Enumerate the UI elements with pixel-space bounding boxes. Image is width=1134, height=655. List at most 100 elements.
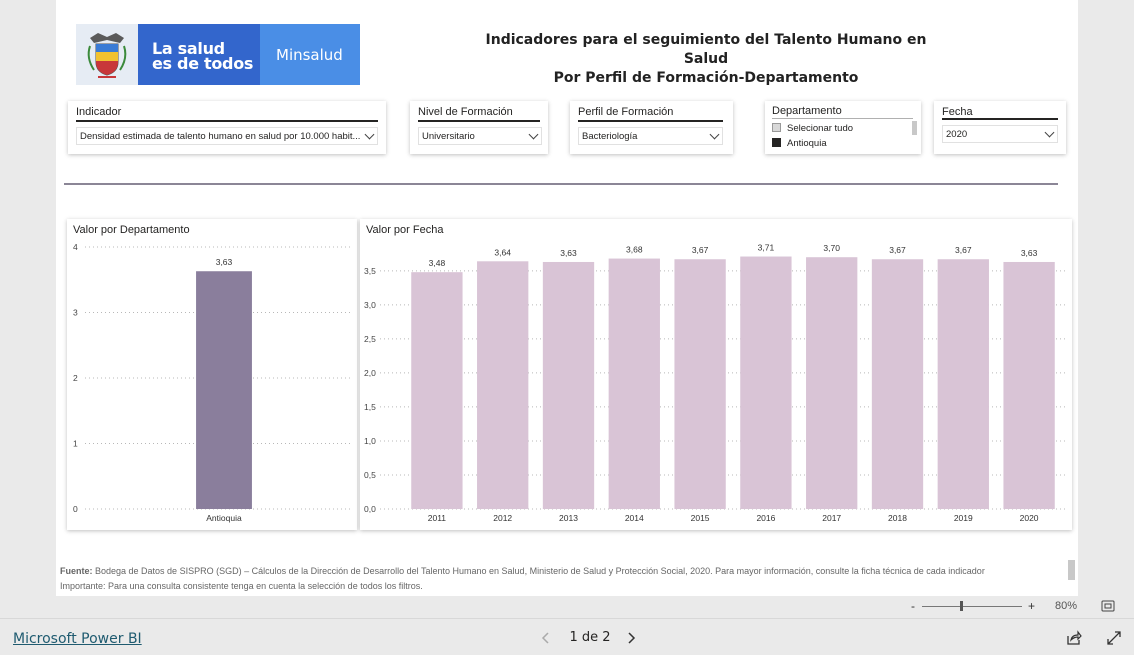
slicer-indicador-value: Densidad estimada de talento humano en s…	[80, 131, 361, 142]
y-tick-label: 0,5	[364, 470, 376, 480]
bar	[542, 261, 595, 509]
slicer-perfil: Perfil de Formación Bacteriología	[570, 101, 733, 154]
slicer-departamento-label: Departamento	[772, 105, 842, 117]
data-label: 3,67	[955, 245, 972, 255]
x-tick-label: 2013	[559, 513, 578, 523]
slicer-nivel-label: Nivel de Formación	[418, 106, 513, 118]
data-label: 3,67	[692, 245, 709, 255]
slicer-departamento: Departamento Selecionar tudo Antioquia	[765, 101, 921, 154]
y-tick-label: 1,0	[364, 436, 376, 446]
y-tick-label: 3,0	[364, 300, 376, 310]
zoom-slider-thumb[interactable]	[959, 601, 963, 611]
data-label: 3,63	[1021, 248, 1038, 258]
power-bi-link[interactable]: Microsoft Power BI	[13, 631, 142, 647]
fullscreen-icon[interactable]	[1106, 630, 1122, 651]
chevron-down-icon	[364, 129, 375, 140]
checkbox-icon	[772, 123, 781, 132]
y-tick-label: 3,5	[364, 266, 376, 276]
y-tick-label: 1	[73, 439, 78, 449]
bar	[740, 256, 792, 509]
slicer-indicador: Indicador Densidad estimada de talento h…	[68, 101, 386, 154]
chevron-down-icon	[528, 129, 539, 140]
y-tick-label: 0,0	[364, 504, 376, 514]
section-divider	[64, 183, 1058, 185]
zoom-slider-track[interactable]	[922, 606, 1022, 607]
report-scrollbar[interactable]	[1068, 560, 1075, 580]
x-tick-label: Antioquia	[206, 513, 242, 523]
x-tick-label: 2020	[1020, 513, 1039, 523]
x-tick-label: 2019	[954, 513, 973, 523]
data-label: 3,48	[429, 258, 446, 268]
option-select-all[interactable]: Selecionar tudo	[772, 123, 853, 134]
bar	[1003, 261, 1055, 509]
data-label: 3,70	[823, 243, 840, 253]
slicer-fecha-dropdown[interactable]: 2020	[942, 125, 1058, 143]
chevron-down-icon	[709, 129, 720, 140]
chart-valor-por-departamento[interactable]: Valor por Departamento 0 1 2 3 4 3,63 Antioqui…	[67, 219, 357, 530]
bar	[806, 257, 858, 509]
y-tick-label: 2,0	[364, 368, 376, 378]
report-title: Indicadores para el seguimiento del Tale…	[476, 31, 936, 88]
slicer-fecha-label: Fecha	[942, 106, 973, 118]
zoom-out-button[interactable]: -	[911, 599, 915, 613]
bar	[937, 259, 989, 509]
footer-notes: Fuente: Bodega de Datos de SISPRO (SGD) …	[60, 564, 1060, 594]
logo-brand: Minsalud	[260, 24, 360, 85]
y-tick-label: 1,5	[364, 402, 376, 412]
zoom-in-button[interactable]: +	[1028, 599, 1035, 613]
share-icon[interactable]	[1066, 630, 1082, 651]
y-tick-label: 3	[73, 308, 78, 318]
x-tick-label: 2015	[691, 513, 710, 523]
x-tick-label: 2011	[428, 513, 447, 523]
zoom-bar: - + 80%	[0, 596, 1134, 618]
bar	[411, 272, 463, 509]
chart-valor-por-fecha[interactable]: Valor por Fecha 0,0 0,5 1,0 1,5 2,0 2,5 3,0 3,5…	[360, 219, 1072, 530]
next-page-icon[interactable]	[626, 631, 636, 650]
slicer-nivel: Nivel de Formación Universitario	[410, 101, 548, 154]
colombia-coat-of-arms-icon	[76, 24, 138, 85]
slicer-indicador-dropdown[interactable]: Densidad estimada de talento humano en s…	[76, 127, 378, 145]
slicer-perfil-dropdown[interactable]: Bacteriología	[578, 127, 723, 145]
x-tick-label: 2018	[888, 513, 907, 523]
data-label: 3,71	[758, 243, 775, 253]
data-label: 3,64	[494, 247, 511, 257]
bar	[674, 259, 726, 509]
y-tick-label: 0	[73, 504, 78, 514]
y-tick-label: 2	[73, 373, 78, 383]
footer-note: Importante: Para una consulta consistent…	[60, 581, 423, 591]
data-label: 3,63	[560, 248, 577, 258]
zoom-level: 80%	[1055, 600, 1078, 612]
data-label: 3,68	[626, 245, 643, 255]
slicer-nivel-value: Universitario	[422, 131, 475, 142]
slicer-perfil-value: Bacteriología	[582, 131, 638, 142]
x-tick-label: 2014	[625, 513, 644, 523]
y-tick-label: 2,5	[364, 334, 376, 344]
logo-slogan: La salud es de todos	[138, 24, 260, 85]
slicer-fecha: Fecha 2020	[934, 101, 1066, 154]
fit-to-page-icon[interactable]	[1101, 600, 1115, 615]
minsalud-logo: La salud es de todos Minsalud	[76, 24, 360, 85]
bar	[477, 261, 529, 509]
bar	[608, 258, 660, 509]
chevron-down-icon	[1044, 127, 1055, 138]
chart-svg-fecha: 0,0 0,5 1,0 1,5 2,0 2,5 3,0 3,5 3,48 2011 3,64 2012…	[364, 243, 1068, 523]
slicer-perfil-label: Perfil de Formación	[578, 106, 674, 118]
report-canvas: La salud es de todos Minsalud Indicadore…	[56, 0, 1078, 596]
bottom-bar: Microsoft Power BI 1 de 2	[0, 618, 1134, 655]
y-tick-label: 4	[73, 242, 78, 252]
chart-svg-departamento: 0 1 2 3 4 3,63 Antioquia	[73, 242, 351, 523]
data-label: 3,67	[889, 245, 906, 255]
report-title-line1: Indicadores para el seguimiento del Tale…	[485, 32, 927, 67]
x-tick-label: 2017	[822, 513, 841, 523]
slicer-scrollbar[interactable]	[912, 121, 917, 135]
bar	[871, 259, 924, 509]
option-antioquia[interactable]: Antioquia	[772, 138, 827, 149]
x-tick-label: 2012	[493, 513, 512, 523]
checkbox-checked-icon	[772, 138, 781, 147]
data-label: 3,63	[216, 257, 233, 267]
slicer-nivel-dropdown[interactable]: Universitario	[418, 127, 542, 145]
page-indicator: 1 de 2	[569, 630, 611, 645]
bar	[196, 271, 252, 509]
slicer-fecha-value: 2020	[946, 129, 968, 140]
x-tick-label: 2016	[756, 513, 775, 523]
